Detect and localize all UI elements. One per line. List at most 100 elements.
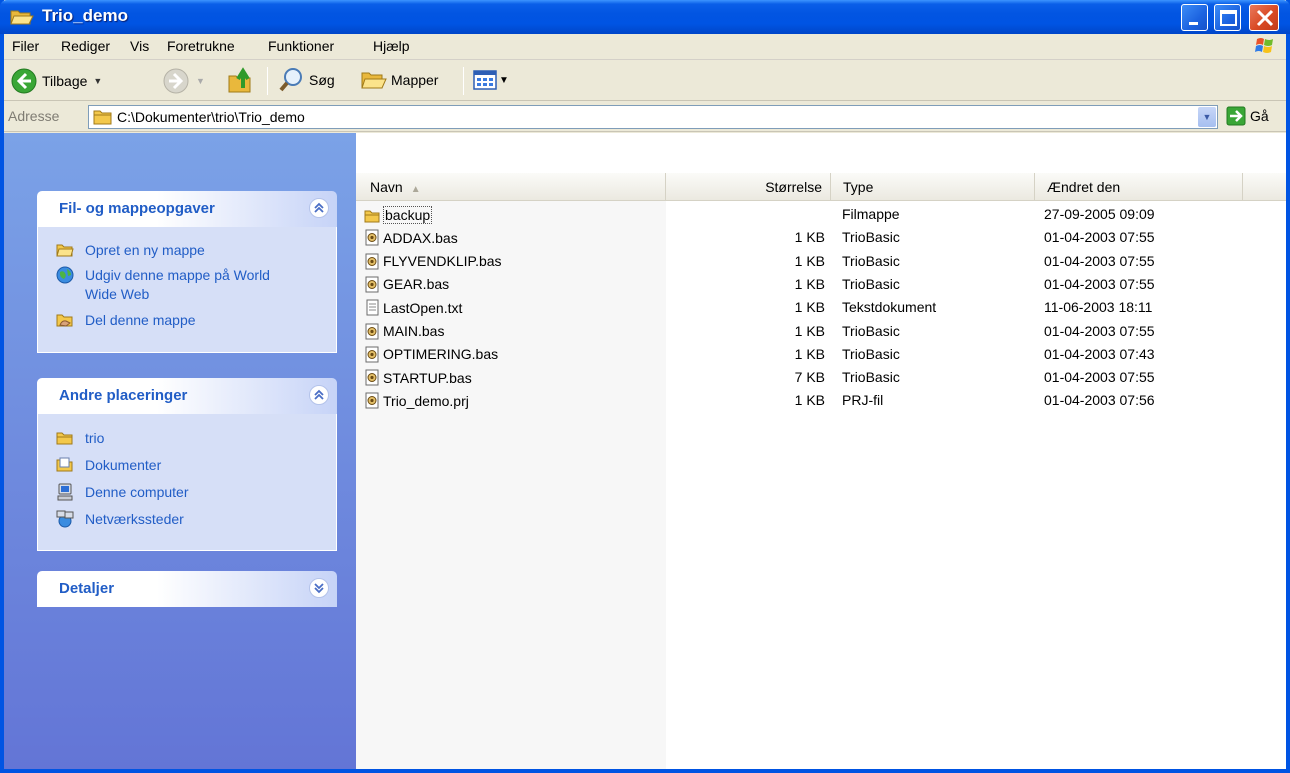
file-size: 1 KB (794, 275, 825, 292)
file-name-cell[interactable]: STARTUP.bas (364, 369, 472, 386)
file-row[interactable]: STARTUP.bas 7 KB TrioBasic 01-04-2003 07:55 (356, 366, 1286, 389)
collapse-icon[interactable] (309, 198, 329, 218)
back-button[interactable]: Tilbage ▼ (10, 67, 102, 95)
file-modified: 27-09-2005 09:09 (1044, 206, 1155, 222)
column-size[interactable]: Størrelse (666, 173, 831, 201)
file-type: Filmappe (842, 206, 900, 222)
go-button[interactable]: Gå (1226, 106, 1269, 126)
file-row[interactable]: OPTIMERING.bas 1 KB TrioBasic 01-04-2003 07… (356, 343, 1286, 366)
menu-rediger[interactable]: Rediger (61, 38, 110, 54)
new-folder-icon (56, 244, 74, 257)
collapse-icon[interactable] (309, 385, 329, 405)
file-type: TrioBasic (842, 369, 900, 386)
details-panel: Detaljer (37, 571, 337, 607)
column-modified[interactable]: Ændret den (1035, 173, 1243, 201)
file-modified: 01-04-2003 07:56 (1044, 392, 1155, 409)
place-trio-label: trio (85, 430, 105, 446)
minimize-button[interactable] (1181, 4, 1208, 31)
address-input[interactable]: C:\Dokumenter\trio\Trio_demo ▼ (88, 105, 1218, 129)
forward-dropdown-icon[interactable]: ▼ (196, 76, 205, 86)
place-my-computer[interactable]: Denne computer (56, 483, 189, 502)
place-documents-label: Dokumenter (85, 457, 162, 473)
file-row[interactable]: LastOpen.txt 1 KB Tekstdokument 11-06-2003 … (356, 296, 1286, 319)
windows-logo-icon (1254, 36, 1276, 56)
go-arrow-icon (1226, 106, 1246, 126)
other-places-panel: Andre placeringer trio Dokumenter Denne … (37, 378, 337, 551)
column-header-row: Navn ▲ Størrelse Type Ændret den (356, 173, 1286, 201)
back-label: Tilbage (42, 73, 88, 89)
file-modified: 01-04-2003 07:43 (1044, 345, 1155, 362)
back-dropdown-icon[interactable]: ▼ (93, 76, 102, 86)
column-type[interactable]: Type (831, 173, 1035, 201)
task-new-folder[interactable]: Opret en ny mappe (56, 241, 205, 260)
place-trio[interactable]: trio (56, 429, 104, 448)
column-name[interactable]: Navn ▲ (356, 173, 666, 201)
menu-vis[interactable]: Vis (130, 38, 149, 54)
file-row[interactable]: FLYVENDKLIP.bas 1 KB TrioBasic 01-04-2003 0… (356, 250, 1286, 273)
file-name-cell[interactable]: Trio_demo.prj (364, 392, 469, 409)
file-row[interactable]: ADDAX.bas 1 KB TrioBasic 01-04-2003 07:55 (356, 226, 1286, 249)
file-name-cell[interactable]: MAIN.bas (364, 323, 444, 340)
other-places-header[interactable]: Andre placeringer (37, 378, 337, 414)
place-network[interactable]: Netværkssteder (56, 510, 184, 529)
file-modified: 11-06-2003 18:11 (1044, 299, 1153, 316)
place-network-label: Netværkssteder (85, 511, 184, 527)
file-list-view[interactable]: Navn ▲ Størrelse Type Ændret den backup Fi… (356, 133, 1286, 769)
forward-button[interactable]: ▼ (162, 67, 205, 95)
file-name-cell[interactable]: backup (364, 206, 433, 224)
file-modified: 01-04-2003 07:55 (1044, 275, 1155, 292)
maximize-button[interactable] (1214, 4, 1241, 31)
search-button[interactable]: Søg (278, 66, 335, 94)
file-type: PRJ-fil (842, 392, 884, 409)
file-type: TrioBasic (842, 275, 900, 292)
file-row[interactable]: backup Filmappe 27-09-2005 09:09 (356, 203, 1286, 226)
up-folder-button[interactable] (226, 66, 256, 96)
file-type: TrioBasic (842, 322, 900, 339)
file-modified: 01-04-2003 07:55 (1044, 229, 1155, 246)
other-places-body: trio Dokumenter Denne computer Netværkss… (37, 414, 337, 551)
menu-foretrukne[interactable]: Foretrukne (167, 38, 235, 54)
triobasic-file-icon (364, 323, 383, 340)
file-modified: 01-04-2003 07:55 (1044, 369, 1155, 386)
file-name-cell[interactable]: ADDAX.bas (364, 229, 458, 246)
search-label: Søg (309, 72, 335, 88)
place-my-computer-label: Denne computer (85, 484, 189, 500)
menu-funktioner[interactable]: Funktioner (268, 38, 334, 54)
file-row[interactable]: Trio_demo.prj 1 KB PRJ-fil 01-04-2003 07:56 (356, 389, 1286, 412)
triobasic-file-icon (364, 392, 383, 409)
file-name-cell[interactable]: OPTIMERING.bas (364, 346, 498, 363)
views-dropdown-icon: ▼ (499, 74, 509, 86)
share-folder-icon (56, 314, 73, 327)
documents-icon (56, 457, 73, 472)
file-name: ADDAX.bas (383, 229, 458, 246)
file-name-cell[interactable]: FLYVENDKLIP.bas (364, 253, 502, 270)
triobasic-file-icon (364, 253, 383, 270)
menu-hjaelp[interactable]: Hjælp (373, 38, 410, 54)
folders-label: Mapper (391, 72, 439, 88)
task-publish-web[interactable]: Udgiv denne mappe på World Wide Web (56, 266, 286, 304)
file-name-cell[interactable]: GEAR.bas (364, 276, 449, 293)
file-name-cell[interactable]: LastOpen.txt (364, 299, 462, 316)
file-row[interactable]: MAIN.bas 1 KB TrioBasic 01-04-2003 07:55 (356, 320, 1286, 343)
address-dropdown-icon[interactable]: ▼ (1198, 107, 1216, 127)
file-row[interactable]: GEAR.bas 1 KB TrioBasic 01-04-2003 07:55 (356, 273, 1286, 296)
close-button[interactable] (1249, 4, 1279, 31)
go-label: Gå (1250, 108, 1269, 124)
expand-icon[interactable] (309, 578, 329, 598)
file-size: 1 KB (794, 229, 825, 246)
file-name: backup (383, 206, 433, 224)
search-icon (279, 68, 302, 92)
place-documents[interactable]: Dokumenter (56, 456, 161, 475)
triobasic-file-icon (364, 346, 383, 363)
task-share-folder[interactable]: Del denne mappe (56, 311, 196, 330)
details-header[interactable]: Detaljer (37, 571, 337, 607)
title-bar[interactable]: Trio_demo (0, 0, 1290, 34)
column-size-label: Størrelse (765, 179, 822, 195)
file-tasks-header[interactable]: Fil- og mappeopgaver (37, 191, 337, 227)
views-button[interactable]: ▼ (473, 69, 509, 91)
task-publish-web-label: Udgiv denne mappe på World Wide Web (85, 267, 270, 302)
views-icon (473, 70, 497, 90)
file-name: STARTUP.bas (383, 369, 472, 386)
folders-button[interactable]: Mapper (360, 67, 438, 93)
menu-filer[interactable]: Filer (12, 38, 39, 54)
